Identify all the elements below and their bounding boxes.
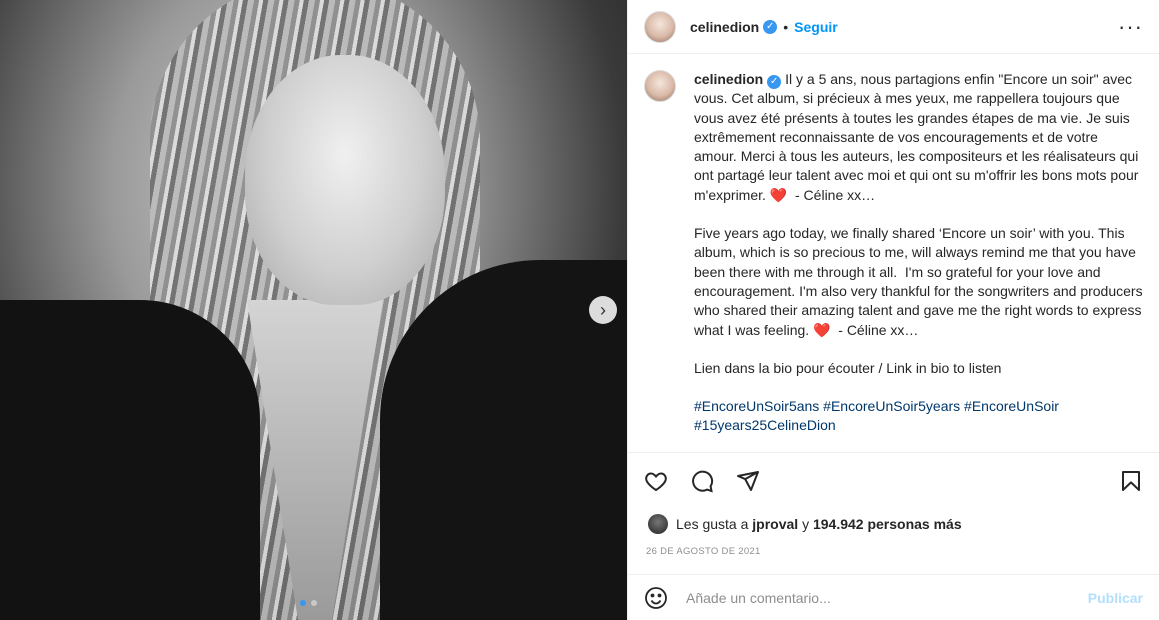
heart-icon: [645, 471, 667, 491]
share-icon: [737, 470, 759, 491]
photo-face: [245, 55, 445, 305]
publish-button[interactable]: Publicar: [1088, 590, 1143, 606]
caption-body: celinedion ✓ Il y a 5 ans, nous partagion…: [694, 70, 1143, 452]
likes-line: Les gusta a jproval y 194.942 personas m…: [628, 508, 1159, 540]
verified-badge-icon: ✓: [763, 19, 778, 34]
caption-avatar[interactable]: [644, 70, 676, 102]
caption-username-link[interactable]: celinedion: [694, 71, 763, 87]
comment-icon: [692, 470, 714, 492]
emoji-button[interactable]: [644, 586, 668, 610]
caption-text-fr: Il y a 5 ans, nous partagions enfin "Enc…: [694, 71, 1143, 203]
follow-button[interactable]: Seguir: [794, 19, 838, 35]
liker-avatar[interactable]: [648, 514, 668, 534]
post-header: celinedion ✓ • Seguir ···: [628, 0, 1159, 54]
hashtag-list[interactable]: #EncoreUnSoir5ans #EncoreUnSoir5years #E…: [694, 397, 1143, 416]
liker-username-link[interactable]: jproval: [752, 516, 798, 532]
header-separator: •: [783, 18, 789, 35]
avatar[interactable]: [644, 10, 676, 43]
share-button[interactable]: [736, 469, 760, 493]
post-sidebar: celinedion ✓ • Seguir ··· celinedion ✓ Il…: [627, 0, 1159, 620]
verified-badge-icon: ✓: [767, 74, 782, 89]
save-button[interactable]: [1119, 469, 1143, 493]
more-options-icon[interactable]: ···: [1118, 14, 1143, 40]
post-dialog: › celinedion ✓ • Seguir ··· celinedion ✓ …: [0, 0, 1159, 620]
carousel-indicator: [300, 600, 317, 606]
likes-mid: y: [802, 516, 810, 532]
comment-input[interactable]: [686, 589, 1088, 606]
carousel-dot-2: [311, 600, 317, 606]
username-link[interactable]: celinedion: [690, 19, 759, 35]
likes-count-link[interactable]: 194.942 personas más: [813, 516, 962, 532]
carousel-next-button[interactable]: ›: [589, 296, 617, 324]
carousel-dot-1: [300, 600, 306, 606]
comment-button[interactable]: [690, 469, 714, 493]
post-date: 26 de agosto de 2021: [646, 546, 761, 557]
bookmark-icon: [1122, 470, 1140, 491]
chevron-right-icon: ›: [600, 299, 606, 320]
post-photo[interactable]: ›: [0, 0, 627, 620]
emoji-icon: [645, 586, 667, 609]
comment-bar: Publicar: [628, 574, 1159, 620]
likes-prefix: Les gusta a: [676, 516, 749, 532]
photo-jacket-left: [0, 300, 260, 620]
hashtag-list-2[interactable]: #15years25CelineDion: [694, 416, 1143, 435]
action-bar: [628, 452, 1159, 508]
caption-area: celinedion ✓ Il y a 5 ans, nous partagion…: [628, 54, 1159, 452]
caption-link-text: Lien dans la bio pour écouter / Link in …: [694, 359, 1002, 376]
caption-text-en: Five years ago today, we finally shared …: [694, 225, 1147, 338]
like-button[interactable]: [644, 469, 668, 493]
